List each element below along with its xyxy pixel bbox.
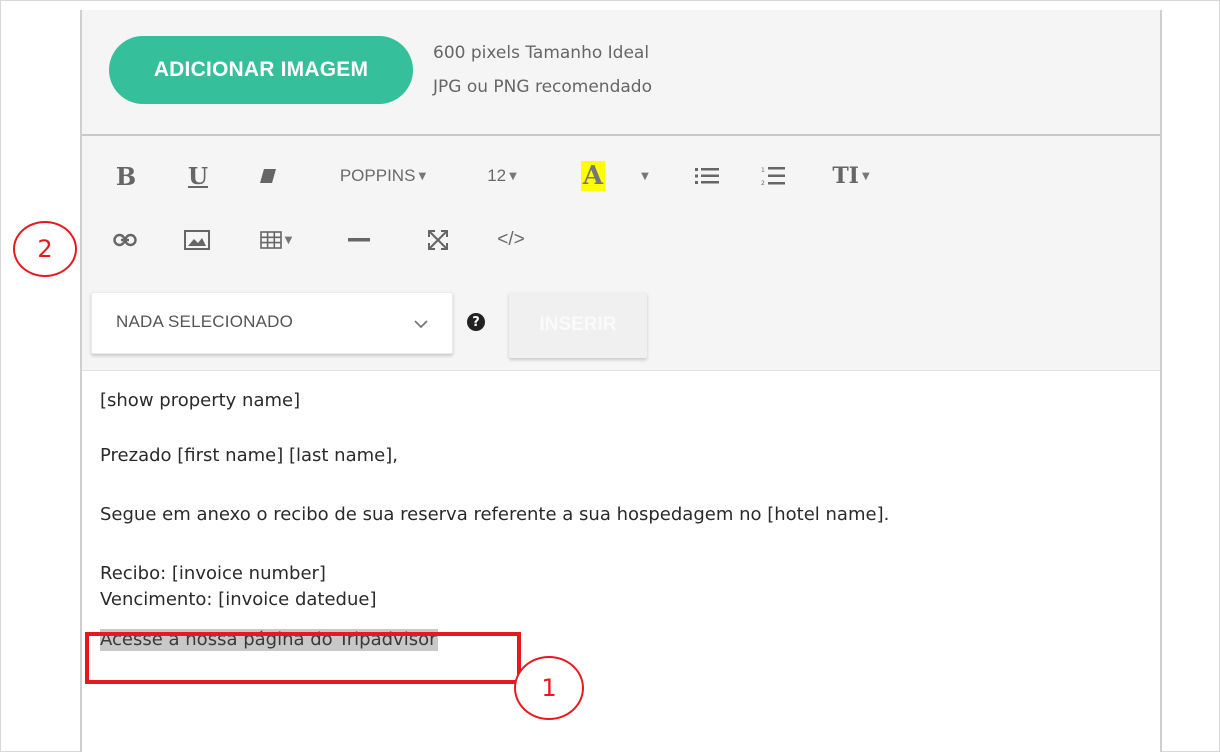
body-line-greeting: Prezado [first name] [last name], [100, 445, 398, 466]
fullscreen-button[interactable] [422, 222, 454, 258]
font-family-dropdown[interactable]: POPPINS ▼ [328, 158, 438, 194]
ordered-list-button[interactable]: 1 2 [758, 158, 788, 194]
body-line-due-date: Vencimento: [invoice datedue] [100, 589, 377, 610]
link-button[interactable] [108, 222, 142, 258]
add-image-button[interactable]: ADICIONAR IMAGEM [109, 36, 413, 104]
insert-image-button[interactable] [180, 222, 214, 258]
merge-field-select[interactable]: NADA SELECIONADO [91, 292, 453, 354]
merge-field-bar: NADA SELECIONADO ? INSERIR [82, 282, 1160, 371]
code-icon: </> [497, 229, 525, 250]
unordered-list-button[interactable] [692, 158, 722, 194]
caret-down-icon: ▼ [641, 170, 649, 182]
merge-field-select-value: NADA SELECIONADO [116, 312, 294, 331]
image-format-hint: JPG ou PNG recomendado [433, 77, 652, 97]
help-icon[interactable]: ? [467, 313, 485, 331]
underline-icon: U [187, 162, 209, 190]
font-family-label: POPPINS [339, 166, 416, 185]
highlight-annotation-box [85, 632, 521, 684]
insert-button[interactable]: INSERIR [509, 292, 647, 358]
body-line-invoice: Recibo: [invoice number] [100, 563, 326, 584]
font-size-label: 12 [487, 166, 507, 185]
font-color-icon: A [580, 161, 606, 191]
text-height-dropdown[interactable]: TI ▼ [826, 158, 876, 194]
horizontal-rule-icon [348, 238, 370, 242]
chevron-down-icon [414, 320, 428, 329]
caret-down-icon: ▼ [861, 170, 870, 182]
numbered-list-icon: 1 2 [761, 167, 785, 186]
caret-down-icon: ▼ [509, 170, 517, 182]
eraser-icon [260, 169, 276, 183]
bold-icon: B [115, 161, 137, 191]
font-color-button[interactable]: A [576, 158, 610, 194]
image-size-hint: 600 pixels Tamanho Ideal [433, 43, 650, 63]
bullet-list-icon [695, 168, 719, 184]
image-upload-bar: ADICIONAR IMAGEM 600 pixels Tamanho Idea… [82, 10, 1160, 136]
link-icon [113, 233, 137, 247]
code-view-button[interactable]: </> [486, 222, 536, 258]
bold-button[interactable]: B [110, 158, 142, 194]
caret-down-icon: ▼ [418, 170, 427, 182]
body-line-message: Segue em anexo o recibo de sua reserva r… [100, 504, 890, 525]
font-color-dropdown[interactable]: ▼ [636, 158, 654, 194]
table-dropdown[interactable]: ▼ [250, 222, 302, 258]
formatting-toolbar: B U POPPINS ▼ 12 ▼ A ▼ 1 2 TI ▼ ▼ </> [82, 136, 1160, 283]
callout-2: 2 [13, 221, 77, 277]
underline-button[interactable]: U [182, 158, 214, 194]
svg-text:2: 2 [761, 180, 765, 186]
text-height-icon: TI [832, 163, 859, 189]
caret-down-icon: ▼ [284, 234, 293, 246]
font-size-dropdown[interactable]: 12 ▼ [480, 158, 524, 194]
table-icon [259, 231, 282, 249]
body-line-property: [show property name] [100, 390, 301, 411]
horizontal-rule-button[interactable] [344, 222, 374, 258]
email-body[interactable]: [show property name] Prezado [first name… [100, 388, 1150, 653]
callout-1: 1 [514, 656, 584, 720]
clear-format-button[interactable] [252, 158, 284, 194]
image-hint: 600 pixels Tamanho Ideal JPG ou PNG reco… [433, 36, 652, 104]
fullscreen-icon [428, 230, 448, 250]
image-icon [184, 230, 210, 250]
svg-text:1: 1 [761, 167, 765, 174]
